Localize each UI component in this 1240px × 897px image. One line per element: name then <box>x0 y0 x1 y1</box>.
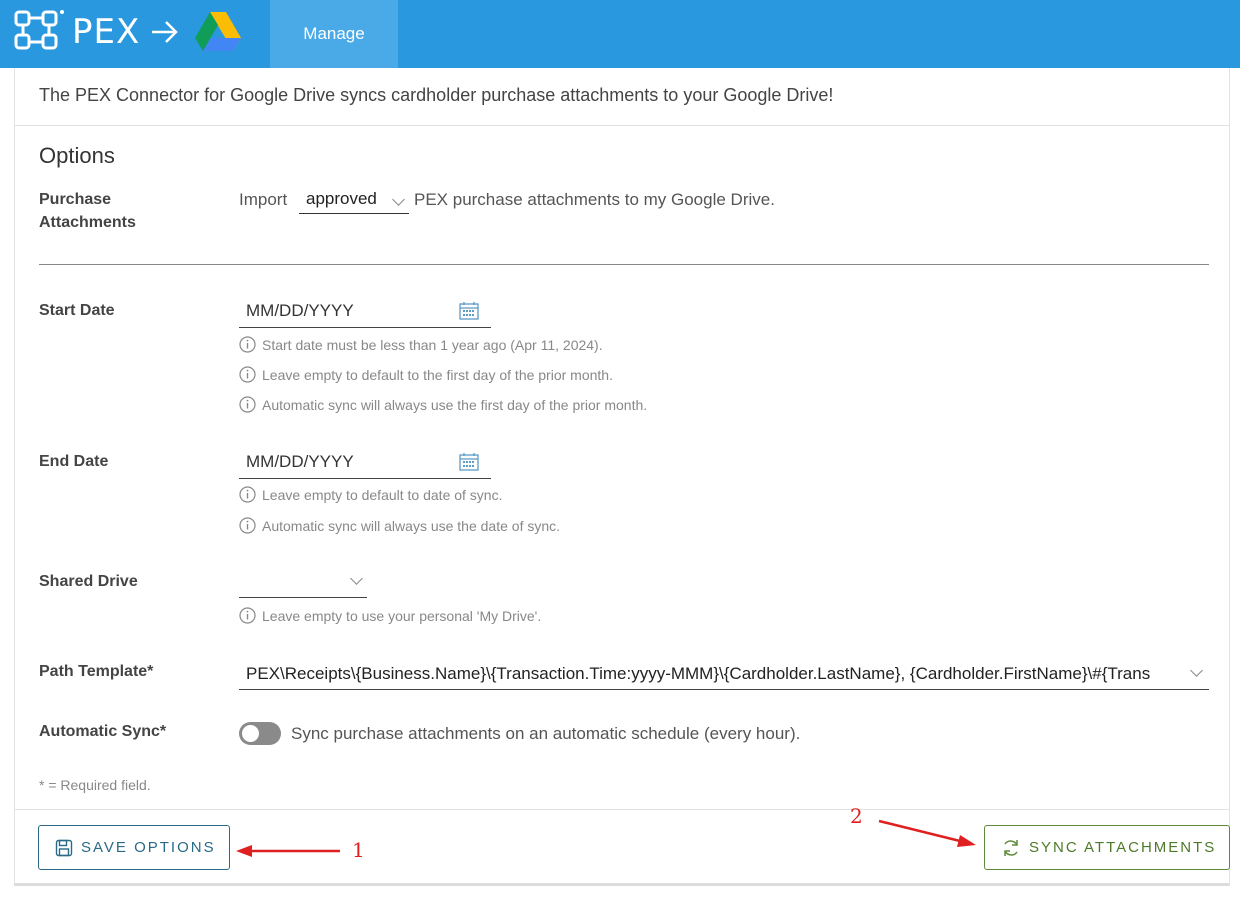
intro-divider <box>15 125 1229 126</box>
attachment-status-select[interactable]: approved <box>299 184 409 214</box>
section-divider <box>39 264 1209 265</box>
path-template-label: Path Template* <box>39 663 154 680</box>
path-template-select[interactable]: PEX\Receipts\{Business.Name}\{Transactio… <box>239 656 1209 690</box>
import-prefix: Import <box>239 190 288 209</box>
save-options-label: SAVE OPTIONS <box>81 839 216 856</box>
end-date-placeholder: MM/DD/YYYY <box>246 452 354 471</box>
purchase-attachments-label-line2: Attachments <box>39 214 136 231</box>
annotation-marker-1: 1 <box>352 838 365 862</box>
end-date-hint-2-text: Automatic sync will always use the date … <box>262 517 561 534</box>
start-date-label: Start Date <box>39 302 115 319</box>
automatic-sync-label: Automatic Sync* <box>39 723 167 740</box>
calendar-icon[interactable] <box>459 302 479 320</box>
attachment-status-value: approved <box>306 189 377 208</box>
annotation-marker-2: 2 <box>850 804 863 828</box>
start-date-hint-3-text: Automatic sync will always use the first… <box>262 396 648 413</box>
purchase-attachments-label: Purchase Attachments <box>39 188 136 234</box>
shared-drive-hint-text: Leave empty to use your personal 'My Dri… <box>262 607 542 624</box>
start-date-input[interactable]: MM/DD/YYYY <box>239 294 491 328</box>
arrow-right-icon <box>152 21 178 43</box>
intro-text: The PEX Connector for Google Drive syncs… <box>39 85 834 105</box>
sync-icon <box>1004 839 1018 856</box>
info-icon <box>239 607 256 624</box>
shared-drive-hint: Leave empty to use your personal 'My Dri… <box>239 607 541 624</box>
toggle-knob <box>242 725 259 742</box>
purchase-attachments-label-line1: Purchase <box>39 191 112 208</box>
info-icon <box>239 336 256 353</box>
info-icon <box>239 366 256 383</box>
import-suffix: PEX purchase attachments to my Google Dr… <box>414 190 775 209</box>
path-template-value: PEX\Receipts\{Business.Name}\{Transactio… <box>246 664 1151 683</box>
options-card: The PEX Connector for Google Drive syncs… <box>14 68 1230 886</box>
end-date-label: End Date <box>39 453 109 470</box>
footer-divider <box>15 809 1229 810</box>
end-date-hint-2: Automatic sync will always use the date … <box>239 517 560 534</box>
tab-manage[interactable]: Manage <box>270 0 398 68</box>
info-icon <box>239 396 256 413</box>
end-date-hint-1: Leave empty to default to date of sync. <box>239 486 502 503</box>
sync-attachments-button[interactable]: SYNC ATTACHMENTS <box>984 825 1230 870</box>
options-title: Options <box>39 143 115 168</box>
start-date-placeholder: MM/DD/YYYY <box>246 301 354 320</box>
info-icon <box>239 486 256 503</box>
chevron-down-icon <box>350 572 363 585</box>
save-options-button[interactable]: SAVE OPTIONS <box>38 825 230 870</box>
shared-drive-select[interactable] <box>239 566 367 598</box>
google-drive-icon <box>195 12 241 51</box>
end-date-input[interactable]: MM/DD/YYYY <box>239 445 491 479</box>
chevron-down-icon <box>1190 664 1203 677</box>
required-field-note: * = Required field. <box>39 777 151 793</box>
automatic-sync-text: Sync purchase attachments on an automati… <box>291 724 801 743</box>
brand-name: PEX <box>72 12 141 52</box>
start-date-hint-3: Automatic sync will always use the first… <box>239 396 647 413</box>
automatic-sync-toggle[interactable] <box>239 722 281 745</box>
start-date-hint-2: Leave empty to default to the first day … <box>239 366 613 383</box>
chevron-down-icon <box>392 193 405 206</box>
top-bar: PEX Manage <box>0 0 1240 68</box>
annotation-arrow-1 <box>236 845 340 857</box>
start-date-hint-1: Start date must be less than 1 year ago … <box>239 336 603 353</box>
save-icon <box>55 839 73 856</box>
calendar-icon[interactable] <box>459 453 479 471</box>
start-date-hint-2-text: Leave empty to default to the first day … <box>262 366 613 383</box>
info-icon <box>239 517 256 534</box>
sync-attachments-label: SYNC ATTACHMENTS <box>1029 839 1217 856</box>
start-date-hint-1-text: Start date must be less than 1 year ago … <box>262 336 603 353</box>
annotation-arrow-2 <box>878 819 976 847</box>
pex-logo-icon <box>14 10 64 50</box>
shared-drive-label: Shared Drive <box>39 573 138 590</box>
end-date-hint-1-text: Leave empty to default to date of sync. <box>262 486 503 503</box>
